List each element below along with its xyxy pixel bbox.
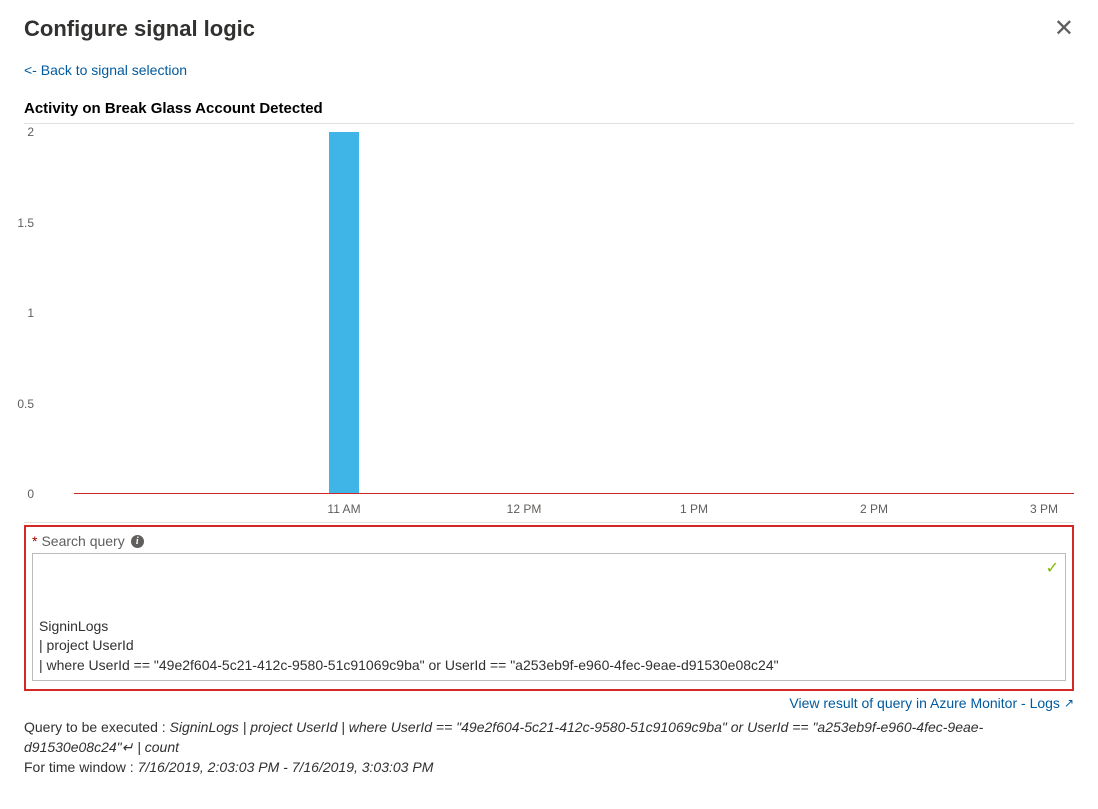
- search-query-label-row: * Search query i: [32, 533, 1066, 549]
- y-tick: 1.5: [17, 216, 34, 230]
- info-icon[interactable]: i: [131, 535, 144, 548]
- y-tick: 1: [27, 306, 34, 320]
- search-query-section: * Search query i ✓ SigninLogs| project U…: [24, 525, 1074, 691]
- query-exec-prefix: Query to be executed :: [24, 719, 170, 735]
- external-link-icon: ↗: [1064, 696, 1074, 710]
- y-tick: 2: [27, 125, 34, 139]
- time-window-prefix: For time window :: [24, 759, 138, 775]
- query-line: | where UserId == "49e2f604-5c21-412c-95…: [39, 656, 1039, 676]
- x-tick: 11 AM: [327, 502, 360, 516]
- y-tick: 0.5: [17, 397, 34, 411]
- time-window-value: 7/16/2019, 2:03:03 PM - 7/16/2019, 3:03:…: [138, 759, 434, 775]
- valid-check-icon: ✓: [1046, 558, 1059, 580]
- chart-area: 21.510.50 11 AM12 PM1 PM2 PM3 PM: [24, 123, 1074, 523]
- search-query-label: Search query: [41, 533, 124, 549]
- back-to-signal-link[interactable]: <- Back to signal selection: [24, 62, 187, 78]
- x-tick: 2 PM: [860, 502, 888, 516]
- page-title: Configure signal logic: [24, 16, 255, 42]
- pane-header: Configure signal logic ✕: [24, 16, 1074, 42]
- x-axis-ticks: 11 AM 12 PM 1 PM 2 PM 3 PM: [74, 502, 1074, 522]
- y-tick: 0: [27, 487, 34, 501]
- chart-bar: [329, 132, 359, 494]
- query-line: | project UserId: [39, 636, 1039, 656]
- chart-title: Activity on Break Glass Account Detected: [24, 100, 1074, 117]
- close-icon[interactable]: ✕: [1054, 17, 1074, 41]
- time-window-text: For time window : 7/16/2019, 2:03:03 PM …: [24, 757, 1074, 777]
- view-result-link[interactable]: View result of query in Azure Monitor - …: [789, 695, 1074, 711]
- x-tick: 3 PM: [1030, 502, 1058, 516]
- x-tick: 12 PM: [507, 502, 542, 516]
- required-star: *: [32, 533, 37, 549]
- query-to-execute-text: Query to be executed : SigninLogs | proj…: [24, 717, 1074, 758]
- search-query-input[interactable]: ✓ SigninLogs| project UserId| where User…: [32, 553, 1066, 681]
- x-tick: 1 PM: [680, 502, 708, 516]
- view-result-link-text: View result of query in Azure Monitor - …: [789, 695, 1060, 711]
- chart-baseline: [74, 493, 1074, 494]
- view-result-row: View result of query in Azure Monitor - …: [24, 695, 1074, 711]
- chart-plot: [74, 132, 1074, 494]
- query-line: SigninLogs: [39, 617, 1039, 637]
